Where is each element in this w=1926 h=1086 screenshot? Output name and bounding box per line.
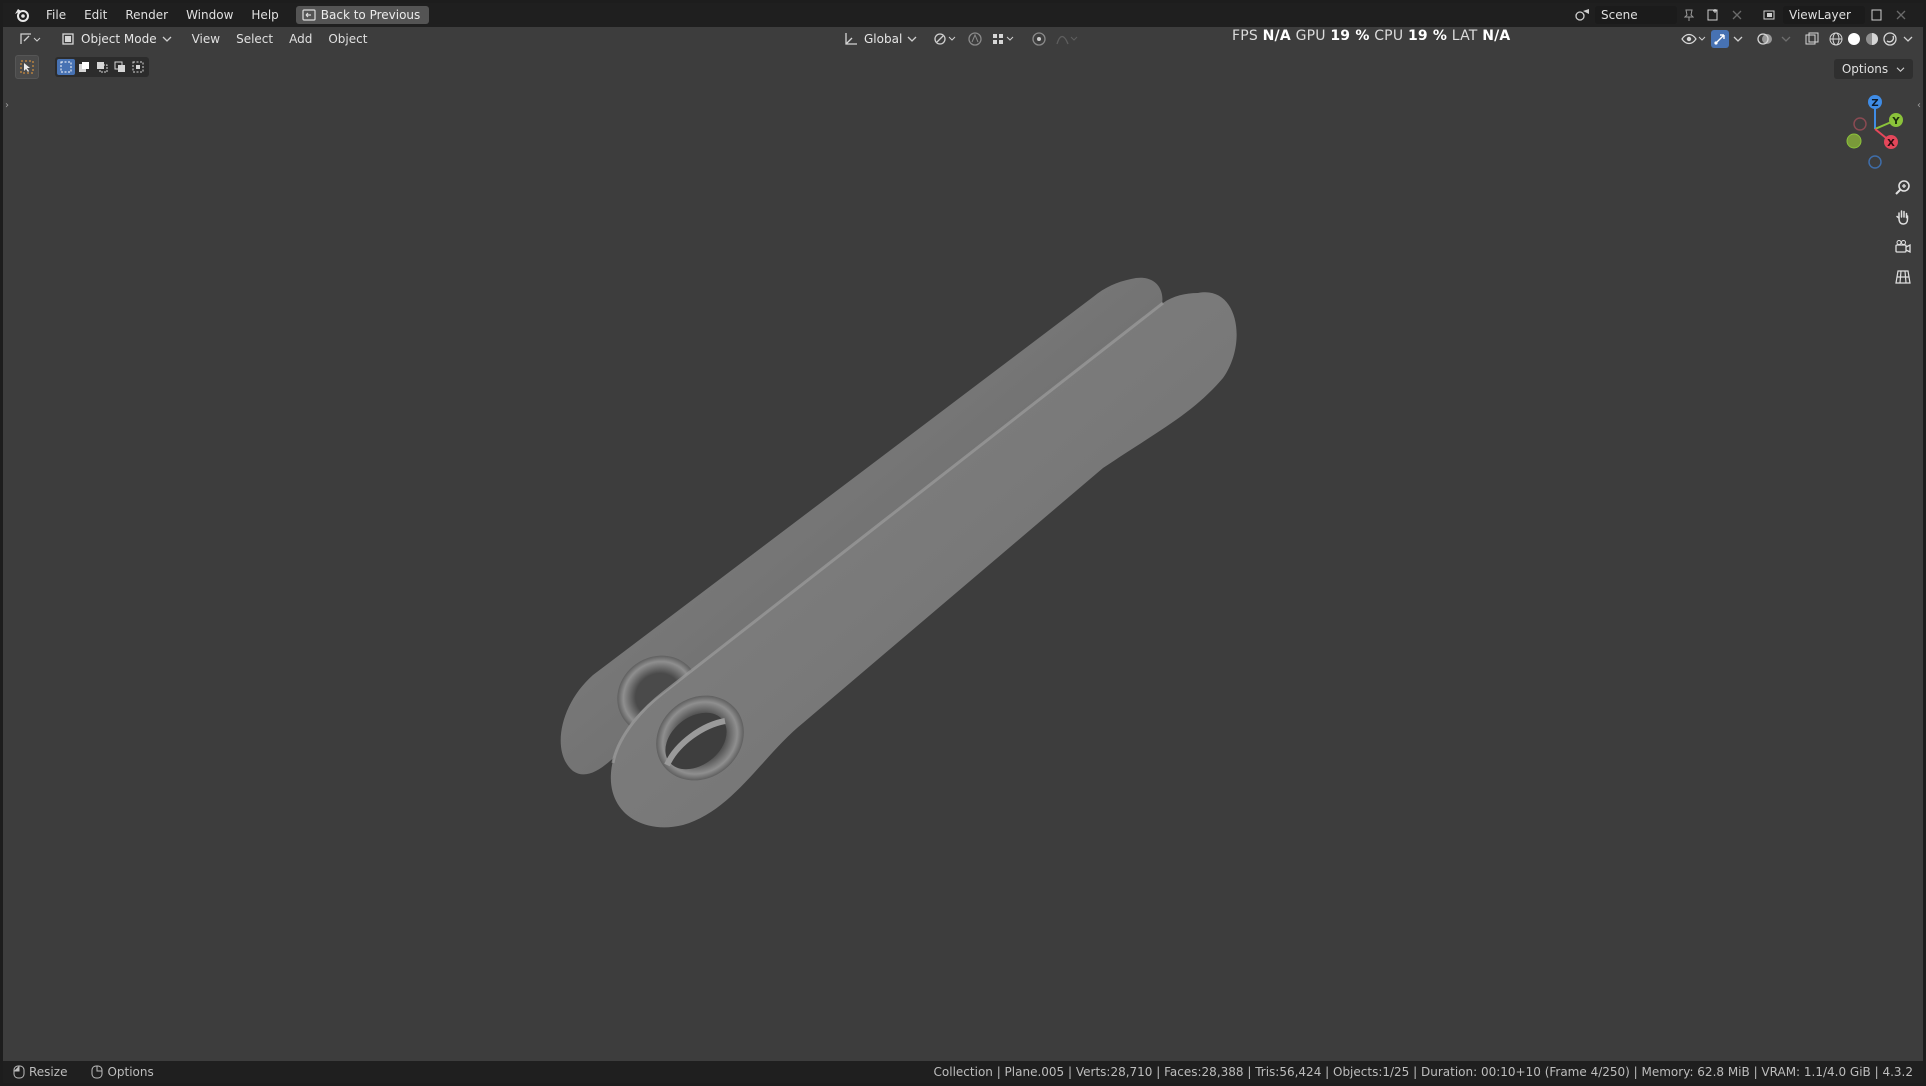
transform-tools: Global bbox=[839, 27, 1085, 51]
snap-icon bbox=[968, 32, 982, 46]
overlay-toggle[interactable] bbox=[1753, 29, 1777, 49]
material-shading-button[interactable] bbox=[1863, 30, 1881, 48]
visibility-dropdown[interactable] bbox=[1677, 29, 1711, 49]
solid-shading-button[interactable] bbox=[1845, 30, 1863, 48]
options-hint-label: Options bbox=[107, 1065, 154, 1079]
viewport-display-tools bbox=[1677, 27, 1917, 51]
options-hint: Options bbox=[91, 1065, 165, 1079]
view-layer-selector[interactable]: ViewLayer bbox=[1759, 6, 1913, 24]
menu-help[interactable]: Help bbox=[242, 4, 287, 26]
orientation-label: Global bbox=[864, 32, 903, 46]
editor-type-icon bbox=[20, 33, 41, 44]
lat-value: N/A bbox=[1482, 28, 1511, 44]
object-mode-dropdown[interactable]: Object Mode bbox=[55, 29, 178, 49]
rendered-shading-button[interactable] bbox=[1881, 30, 1899, 48]
gpu-label: GPU bbox=[1295, 28, 1326, 44]
menu-window[interactable]: Window bbox=[177, 4, 242, 26]
proportional-edit-toggle[interactable] bbox=[1027, 29, 1051, 49]
gizmo-dropdown[interactable] bbox=[1729, 29, 1747, 49]
menu-add[interactable]: Add bbox=[281, 28, 320, 50]
resize-hint: Resize bbox=[13, 1065, 79, 1079]
menu-object[interactable]: Object bbox=[320, 28, 375, 50]
top-menu-bar: File Edit Render Window Help Back to Pre… bbox=[3, 3, 1923, 28]
lat-label: LAT bbox=[1451, 28, 1478, 44]
viewport-menu: View Select Add Object bbox=[184, 28, 376, 50]
menu-render[interactable]: Render bbox=[116, 4, 177, 26]
status-hints: Resize Options bbox=[13, 1065, 178, 1079]
view-layer-icon[interactable] bbox=[1759, 6, 1783, 24]
wireframe-shading-icon bbox=[1829, 32, 1843, 46]
snap-target-dropdown[interactable] bbox=[987, 29, 1021, 49]
object-mode-icon bbox=[62, 33, 74, 45]
cpu-value: 19 % bbox=[1407, 28, 1448, 44]
overlay-icon bbox=[1757, 33, 1772, 45]
xray-icon bbox=[1805, 32, 1819, 45]
viewport-header: Object Mode View Select Add Object Globa… bbox=[3, 27, 1923, 51]
material-shading-icon bbox=[1866, 33, 1878, 45]
menu-view[interactable]: View bbox=[184, 28, 228, 50]
scene-selector[interactable]: Scene bbox=[1571, 6, 1749, 24]
falloff-icon bbox=[1056, 35, 1078, 45]
solid-shading-icon bbox=[1848, 33, 1860, 45]
chevron-down-icon bbox=[1733, 36, 1743, 42]
visibility-icon bbox=[1681, 33, 1706, 45]
chevron-down-icon bbox=[1781, 36, 1791, 42]
transform-orientation-dropdown[interactable]: Global bbox=[839, 29, 921, 49]
new-scene-icon[interactable] bbox=[1701, 6, 1725, 24]
gizmo-toggle[interactable] bbox=[1711, 30, 1729, 48]
back-icon bbox=[302, 9, 316, 21]
menu-edit[interactable]: Edit bbox=[75, 4, 116, 26]
shading-dropdown[interactable] bbox=[1899, 29, 1917, 49]
scene-statistics: Collection | Plane.005 | Verts:28,710 | … bbox=[933, 1065, 1913, 1079]
view-layer-field[interactable]: ViewLayer bbox=[1783, 6, 1865, 24]
rendered-shading-icon bbox=[1883, 32, 1897, 46]
status-bar: Resize Options Collection | Plane.005 | … bbox=[3, 1061, 1923, 1083]
resize-label: Resize bbox=[29, 1065, 68, 1079]
menu-file[interactable]: File bbox=[37, 4, 75, 26]
delete-view-layer-icon[interactable] bbox=[1889, 6, 1913, 24]
xray-toggle[interactable] bbox=[1803, 30, 1821, 48]
chevron-down-icon bbox=[907, 36, 917, 42]
top-right-controls: Scene ViewLayer bbox=[1571, 3, 1923, 27]
link-model[interactable] bbox=[560, 277, 1237, 828]
gizmo-icon bbox=[1714, 34, 1725, 45]
transform-orientation-icon bbox=[845, 33, 857, 45]
proportional-edit-icon bbox=[1032, 32, 1046, 46]
back-to-previous-button[interactable]: Back to Previous bbox=[295, 6, 430, 24]
pivot-dropdown[interactable] bbox=[929, 29, 963, 49]
blender-logo-icon[interactable] bbox=[11, 4, 33, 26]
falloff-dropdown[interactable] bbox=[1051, 29, 1085, 49]
fps-value: N/A bbox=[1262, 28, 1291, 44]
delete-scene-icon[interactable] bbox=[1725, 6, 1749, 24]
fps-label: FPS bbox=[1232, 28, 1258, 44]
new-view-layer-icon[interactable] bbox=[1865, 6, 1889, 24]
snap-toggle[interactable] bbox=[963, 29, 987, 49]
object-mode-label: Object Mode bbox=[81, 32, 157, 46]
back-to-previous-label: Back to Previous bbox=[320, 8, 421, 22]
wireframe-shading-button[interactable] bbox=[1827, 30, 1845, 48]
pin-icon[interactable] bbox=[1677, 6, 1701, 24]
chevron-down-icon bbox=[1903, 36, 1913, 42]
overlay-dropdown[interactable] bbox=[1777, 29, 1795, 49]
snap-increment-icon bbox=[993, 34, 1014, 44]
editor-type-dropdown[interactable] bbox=[13, 29, 47, 49]
mouse-right-icon bbox=[91, 1065, 103, 1079]
scene-icon[interactable] bbox=[1571, 6, 1595, 24]
blender-window: File Edit Render Window Help Back to Pre… bbox=[3, 3, 1923, 1083]
mouse-left-icon bbox=[13, 1065, 25, 1079]
cpu-label: CPU bbox=[1374, 28, 1404, 44]
menu-select[interactable]: Select bbox=[228, 28, 281, 50]
main-menu: File Edit Render Window Help bbox=[37, 4, 288, 26]
chevron-down-icon bbox=[162, 36, 172, 42]
performance-stats: FPS N/A GPU 19 % CPU 19 % LAT N/A bbox=[1232, 28, 1510, 44]
pivot-icon bbox=[934, 33, 956, 45]
gpu-value: 19 % bbox=[1330, 28, 1370, 44]
scene-name-field[interactable]: Scene bbox=[1595, 6, 1677, 24]
viewport-canvas[interactable] bbox=[3, 51, 1923, 1061]
